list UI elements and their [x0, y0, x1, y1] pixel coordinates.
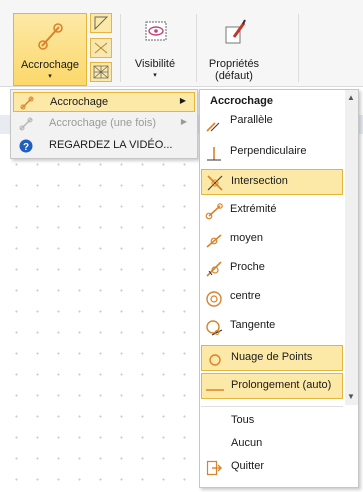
snap-option-label: Aucun: [231, 437, 263, 449]
snap-mode-button-3[interactable]: [90, 62, 112, 82]
proprietes-ribbon-button[interactable]: Propriétés (défaut): [204, 13, 264, 85]
snap-option-perpendiculaire[interactable]: Perpendiculaire: [201, 140, 343, 166]
ribbon-separator: [298, 14, 299, 82]
point-cloud-icon: [209, 354, 221, 366]
snap-option-label: moyen: [230, 232, 264, 244]
snap-once-icon: [19, 117, 33, 131]
nearest-icon: [206, 261, 222, 277]
visibilite-ribbon-button[interactable]: Visibilité ▾: [130, 13, 180, 83]
help-icon: ?: [19, 139, 33, 153]
snap-option-tous[interactable]: Tous: [199, 410, 345, 432]
properties-icon: [225, 19, 246, 44]
snap-option-prolongement-auto[interactable]: Prolongement (auto): [201, 373, 343, 399]
visibilite-label: Visibilité: [134, 58, 176, 70]
chevron-right-icon: ▶: [180, 117, 187, 126]
menu-item-accrochage-une-fois[interactable]: Accrochage (une fois) ▶: [13, 114, 195, 134]
ribbon: Accrochage ▾ Visibilité ▾ Propriétés (dé…: [0, 0, 363, 87]
corner-snap-icon: [94, 16, 109, 31]
menu-item-accrochage[interactable]: Accrochage ▶: [13, 92, 195, 112]
menu-item-label: Accrochage (une fois): [49, 117, 156, 129]
ribbon-separator: [120, 14, 121, 82]
snap-option-aucun[interactable]: Aucun: [199, 433, 345, 455]
perpendicular-icon: [207, 147, 221, 161]
center-icon: [206, 291, 222, 307]
parallel-icon: [206, 122, 220, 132]
exit-icon: [206, 460, 222, 476]
snap-option-label: centre: [230, 290, 261, 302]
snap-option-label: Proche: [230, 261, 265, 273]
snap-option-label: Extrémité: [230, 203, 277, 215]
snap-option-extremite[interactable]: Extrémité: [201, 198, 343, 224]
accrochage-ribbon-button[interactable]: Accrochage ▾: [13, 13, 87, 86]
tangent-icon: [206, 320, 223, 336]
menu-item-label: REGARDEZ LA VIDÉO...: [49, 139, 173, 151]
chevron-down-icon: ▾: [153, 72, 157, 79]
scroll-up-icon[interactable]: ▲: [347, 93, 355, 102]
snap-option-nuage-de-points[interactable]: Nuage de Points: [201, 345, 343, 371]
midpoint-icon: [206, 234, 222, 248]
snap-option-label: Tangente: [230, 319, 276, 331]
proprietes-label-line2: (défaut): [215, 70, 253, 82]
snap-icon: [20, 96, 34, 110]
proprietes-label: Propriétés (défaut): [204, 58, 264, 82]
endpoint-icon: [205, 203, 223, 220]
snap-mode-button-1[interactable]: [90, 13, 112, 33]
hatch-snap-icon: [94, 42, 108, 54]
intersection-icon: [207, 175, 223, 191]
snap-option-label: Nuage de Points: [231, 351, 313, 363]
proprietes-label-line1: Propriétés: [208, 58, 260, 70]
snap-option-label: Intersection: [231, 175, 288, 187]
visibility-icon: [145, 21, 167, 41]
submenu-separator: [201, 406, 343, 407]
scroll-down-icon[interactable]: ▼: [347, 392, 355, 401]
ribbon-separator: [196, 14, 197, 82]
snap-option-tangente[interactable]: Tangente: [201, 314, 343, 340]
grid-snap-icon: [93, 65, 109, 79]
snap-option-centre[interactable]: centre: [201, 285, 343, 311]
snap-option-label: Tous: [231, 414, 255, 426]
chevron-down-icon: ▾: [48, 73, 52, 80]
menu-item-regardez-la-video[interactable]: ? REGARDEZ LA VIDÉO...: [13, 136, 195, 156]
accrochage-dropdown-menu: Accrochage ▶ Accrochage (une fois) ▶ ? R…: [10, 89, 198, 159]
snap-option-label: Perpendiculaire: [230, 145, 307, 157]
svg-text:?: ?: [23, 142, 29, 153]
submenu-scrollbar[interactable]: [345, 90, 358, 405]
menu-item-label: Accrochage: [50, 96, 109, 108]
snap-option-label: Quitter: [231, 460, 265, 472]
snap-mode-button-2[interactable]: [90, 38, 112, 58]
snap-option-moyen[interactable]: moyen: [201, 227, 343, 253]
submenu-header: Accrochage: [210, 95, 273, 107]
snap-option-proche[interactable]: Proche: [201, 256, 343, 282]
snap-icon: [38, 23, 63, 50]
snap-option-label: Parallèle: [230, 114, 273, 126]
snap-option-parallele[interactable]: Parallèle: [201, 111, 343, 137]
accrochage-label: Accrochage: [20, 59, 80, 71]
chevron-right-icon: ▶: [179, 96, 186, 105]
quitter-menu-item[interactable]: Quitter: [199, 456, 345, 478]
snap-option-label: Prolongement (auto): [231, 379, 332, 391]
snap-option-intersection[interactable]: Intersection: [201, 169, 343, 195]
extension-icon: [206, 389, 224, 391]
